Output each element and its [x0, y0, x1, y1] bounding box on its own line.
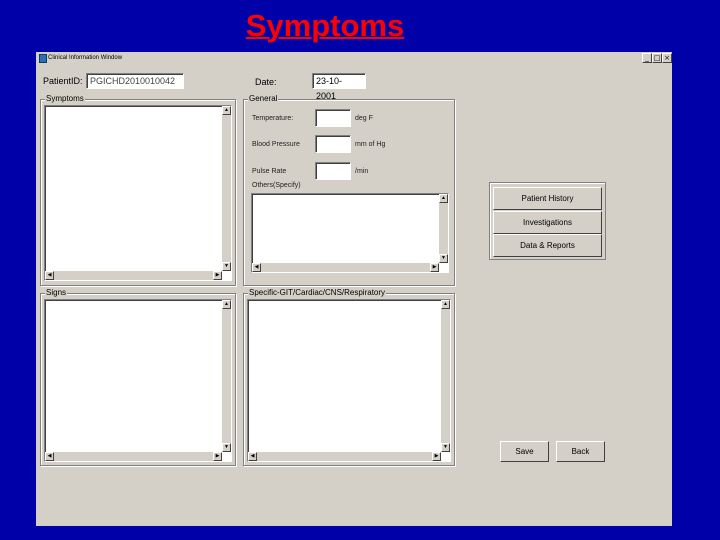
blood-pressure-label: Blood Pressure [252, 141, 300, 148]
blood-pressure-unit: mm of Hg [355, 141, 386, 148]
general-legend: General [248, 94, 279, 103]
signs-group: Signs ▲ ▼ ◀ ▶ [40, 288, 236, 466]
scroll-down-icon[interactable]: ▼ [439, 254, 448, 263]
patient-history-button[interactable]: Patient History [493, 187, 602, 210]
scroll-left-icon[interactable]: ◀ [248, 452, 257, 461]
scroll-up-icon[interactable]: ▲ [222, 300, 231, 309]
scroll-left-icon[interactable]: ◀ [45, 452, 54, 461]
scroll-up-icon[interactable]: ▲ [441, 300, 450, 309]
close-icon[interactable]: × [662, 53, 672, 63]
symptoms-vscroll[interactable]: ▲ ▼ [222, 106, 231, 271]
specific-vscroll[interactable]: ▲ ▼ [441, 300, 450, 452]
others-hscroll[interactable]: ◀ ▶ [252, 263, 439, 272]
others-label: Others(Specify) [252, 182, 301, 189]
symptoms-hscroll[interactable]: ◀ ▶ [45, 271, 222, 280]
maximize-icon[interactable]: □ [652, 53, 662, 63]
scroll-up-icon[interactable]: ▲ [439, 194, 448, 203]
blood-pressure-field[interactable] [315, 135, 351, 153]
general-group: General Temperature: deg F Blood Pressur… [243, 94, 455, 286]
others-vscroll[interactable]: ▲ ▼ [439, 194, 448, 263]
navigation-button-panel: Patient History Investigations Data & Re… [489, 182, 606, 260]
back-button[interactable]: Back [556, 441, 605, 462]
specific-hscroll[interactable]: ◀ ▶ [248, 452, 441, 461]
app-icon [39, 54, 47, 63]
scroll-right-icon[interactable]: ▶ [213, 452, 222, 461]
specific-textarea[interactable]: ▲ ▼ ◀ ▶ [247, 299, 451, 462]
pulse-rate-label: Pulse Rate [252, 168, 287, 175]
clinical-information-window: Clinical Information Window _ □ × Patien… [36, 52, 672, 526]
scroll-left-icon[interactable]: ◀ [252, 263, 261, 272]
specific-group: Specific-GIT/Cardiac/CNS/Respiratory ▲ ▼… [243, 288, 455, 466]
scroll-right-icon[interactable]: ▶ [430, 263, 439, 272]
save-button[interactable]: Save [500, 441, 549, 462]
scroll-down-icon[interactable]: ▼ [441, 443, 450, 452]
symptoms-group: Symptoms ▲ ▼ ◀ ▶ [40, 94, 236, 286]
pulse-rate-unit: /min [355, 168, 369, 175]
scroll-right-icon[interactable]: ▶ [213, 271, 222, 280]
scroll-left-icon[interactable]: ◀ [45, 271, 54, 280]
date-field[interactable]: 23-10-2001 [312, 73, 366, 101]
signs-vscroll[interactable]: ▲ ▼ [222, 300, 231, 452]
signs-legend: Signs [45, 288, 68, 297]
slide-title: Symptoms [245, 8, 405, 43]
window-titlebar: Clinical Information Window _ □ × [36, 52, 672, 64]
data-reports-button[interactable]: Data & Reports [493, 234, 602, 257]
temperature-field[interactable] [315, 109, 351, 127]
patient-id-label: PatientID: [43, 76, 83, 86]
date-label: Date: [255, 77, 277, 87]
scroll-down-icon[interactable]: ▼ [222, 443, 231, 452]
signs-hscroll[interactable]: ◀ ▶ [45, 452, 222, 461]
specific-legend: Specific-GIT/Cardiac/CNS/Respiratory [248, 288, 387, 297]
symptoms-textarea[interactable]: ▲ ▼ ◀ ▶ [44, 105, 232, 281]
scroll-up-icon[interactable]: ▲ [222, 106, 231, 115]
signs-textarea[interactable]: ▲ ▼ ◀ ▶ [44, 299, 232, 462]
pulse-rate-field[interactable] [315, 162, 351, 180]
patient-id-field[interactable]: PGICHD2010010042 [86, 73, 184, 89]
minimize-icon[interactable]: _ [642, 53, 652, 63]
temperature-label: Temperature: [252, 115, 294, 122]
others-textarea[interactable]: ▲ ▼ ◀ ▶ [251, 193, 449, 273]
symptoms-legend: Symptoms [45, 94, 85, 103]
window-title: Clinical Information Window [48, 55, 123, 61]
scroll-right-icon[interactable]: ▶ [432, 452, 441, 461]
temperature-unit: deg F [355, 115, 373, 122]
scroll-down-icon[interactable]: ▼ [222, 262, 231, 271]
investigations-button[interactable]: Investigations [493, 211, 602, 234]
